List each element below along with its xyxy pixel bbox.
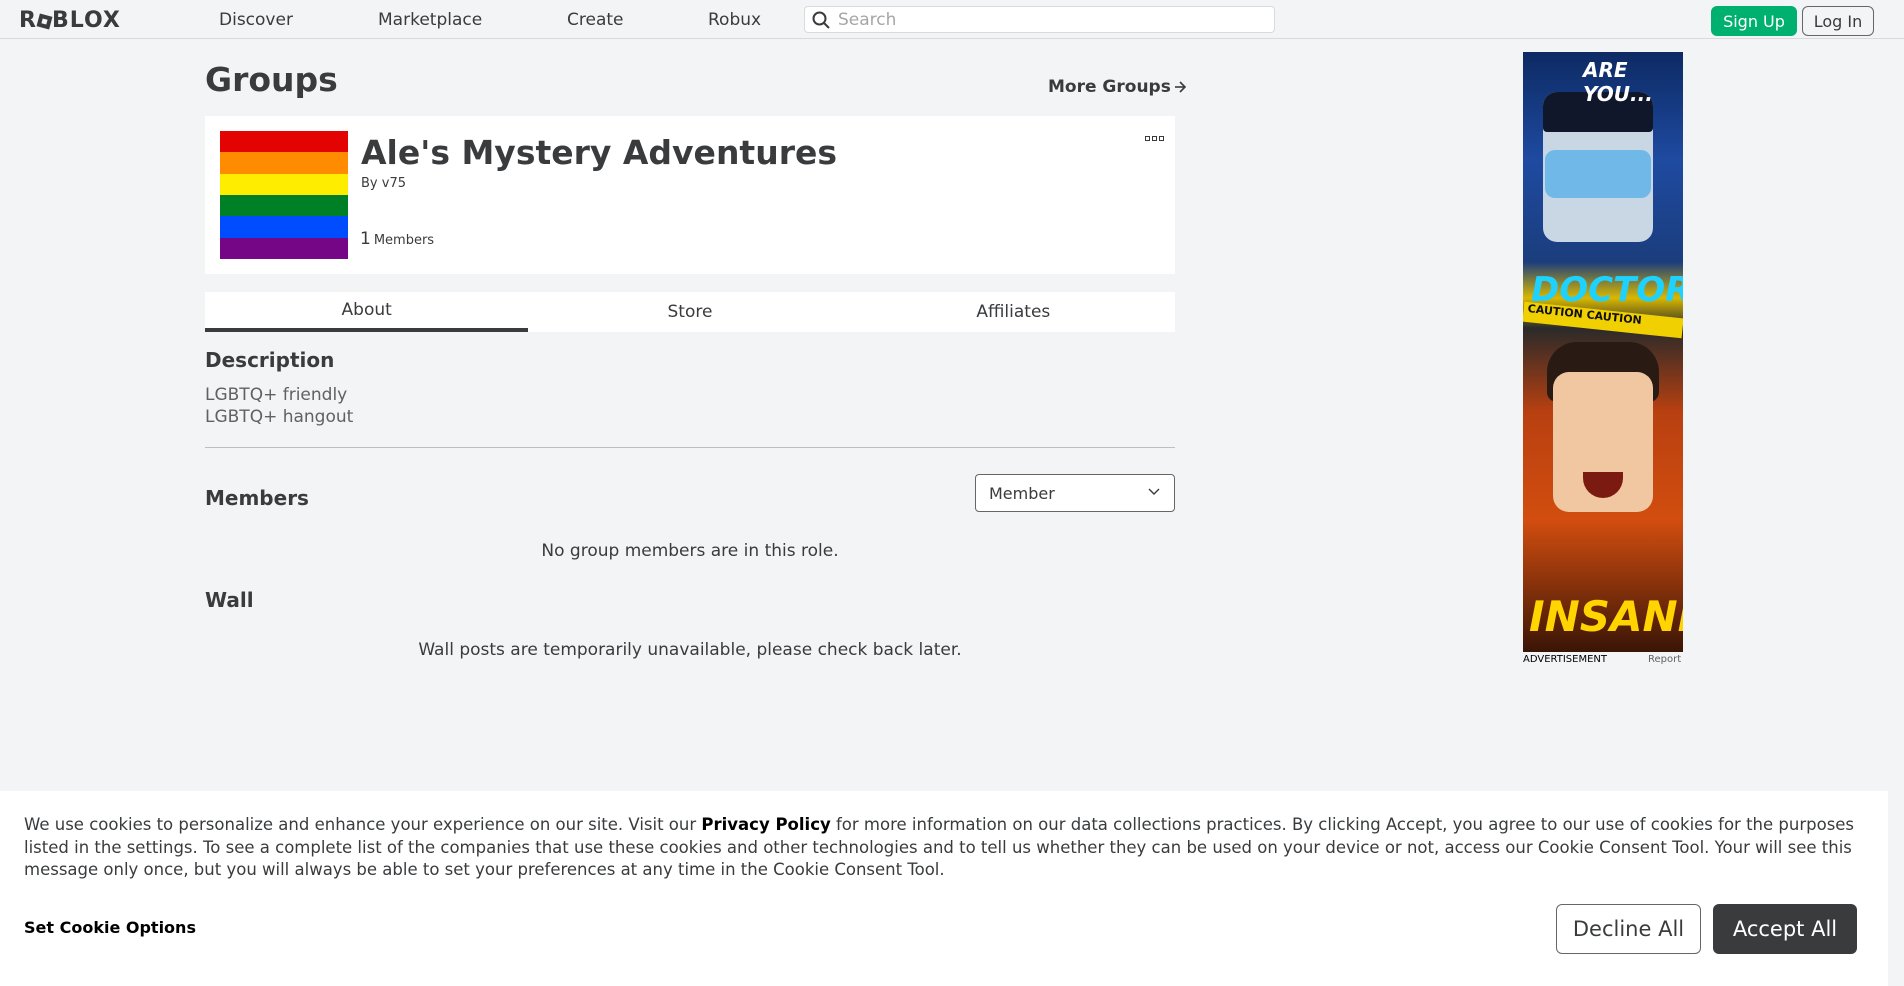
tab-affiliates[interactable]: Affiliates (852, 292, 1175, 332)
wall-unavailable-message: Wall posts are temporarily unavailable, … (418, 640, 962, 660)
search-input[interactable] (838, 9, 1258, 30)
roblox-logo[interactable]: R BLOX (19, 8, 121, 33)
search-icon[interactable] (811, 10, 831, 30)
arrow-right-icon (1174, 81, 1186, 93)
nav-create[interactable]: Create (567, 10, 624, 30)
more-groups-link[interactable]: More Groups (1048, 77, 1187, 97)
set-cookie-options-link[interactable]: Set Cookie Options (24, 918, 196, 937)
group-tabs: About Store Affiliates (205, 292, 1175, 332)
emblem-stripe (220, 131, 348, 153)
ad-headline: INSANE? (1529, 592, 1683, 641)
privacy-policy-link[interactable]: Privacy Policy (701, 815, 830, 834)
nav-robux[interactable]: Robux (708, 10, 761, 30)
more-options-icon[interactable] (1145, 134, 1165, 142)
role-dropdown[interactable]: Member (975, 474, 1175, 512)
decline-all-button[interactable]: Decline All (1556, 904, 1701, 954)
section-divider (205, 447, 1175, 448)
tab-about[interactable]: About (205, 292, 529, 332)
wall-heading: Wall (205, 588, 254, 612)
emblem-stripe (220, 237, 348, 259)
member-count-value: 1 (360, 229, 371, 249)
scrollbar[interactable] (1888, 39, 1904, 986)
top-nav-bar: R BLOX Discover Marketplace Create Robux … (0, 0, 1904, 39)
members-empty-message: No group members are in this role. (541, 541, 839, 561)
emblem-stripe (220, 216, 348, 238)
emblem-stripe (220, 173, 348, 195)
role-dropdown-value: Member (989, 484, 1055, 503)
cookie-text-part: We use cookies to personalize and enhanc… (24, 815, 702, 834)
group-emblem (220, 131, 348, 259)
group-member-count: 1 Members (360, 229, 434, 249)
ad-headline: ARE YOU... (1583, 58, 1653, 106)
emblem-stripe (220, 152, 348, 174)
log-in-button[interactable]: Log In (1802, 6, 1874, 36)
nav-marketplace[interactable]: Marketplace (378, 10, 482, 30)
member-count-label: Members (373, 233, 435, 248)
group-header-card: Ale's Mystery Adventures By v75 1 Members (205, 116, 1175, 274)
tab-store[interactable]: Store (528, 292, 851, 332)
search-box (804, 6, 1275, 33)
description-line: LGBTQ+ friendly (205, 385, 348, 405)
chevron-down-icon (1148, 488, 1160, 495)
cookie-message: We use cookies to personalize and enhanc… (24, 814, 1864, 882)
advertisement-label: ADVERTISEMENT (1523, 654, 1608, 665)
ad-report-link[interactable]: Report (1648, 654, 1681, 665)
more-groups-label: More Groups (1048, 77, 1171, 97)
accept-all-button[interactable]: Accept All (1713, 904, 1857, 954)
description-heading: Description (205, 348, 335, 372)
advertisement-banner[interactable]: ARE YOU... DOCTOR? CAUTION CAUTION INSAN… (1523, 52, 1683, 652)
sign-up-button[interactable]: Sign Up (1711, 6, 1797, 36)
cookie-banner: We use cookies to personalize and enhanc… (0, 791, 1888, 986)
ad-character-mask (1545, 150, 1651, 198)
group-name: Ale's Mystery Adventures (361, 133, 838, 172)
nav-discover[interactable]: Discover (219, 10, 293, 30)
emblem-stripe (220, 194, 348, 217)
group-owner[interactable]: By v75 (361, 176, 406, 191)
page-title: Groups (205, 60, 338, 99)
members-heading: Members (205, 486, 309, 510)
description-line: LGBTQ+ hangout (205, 407, 354, 427)
